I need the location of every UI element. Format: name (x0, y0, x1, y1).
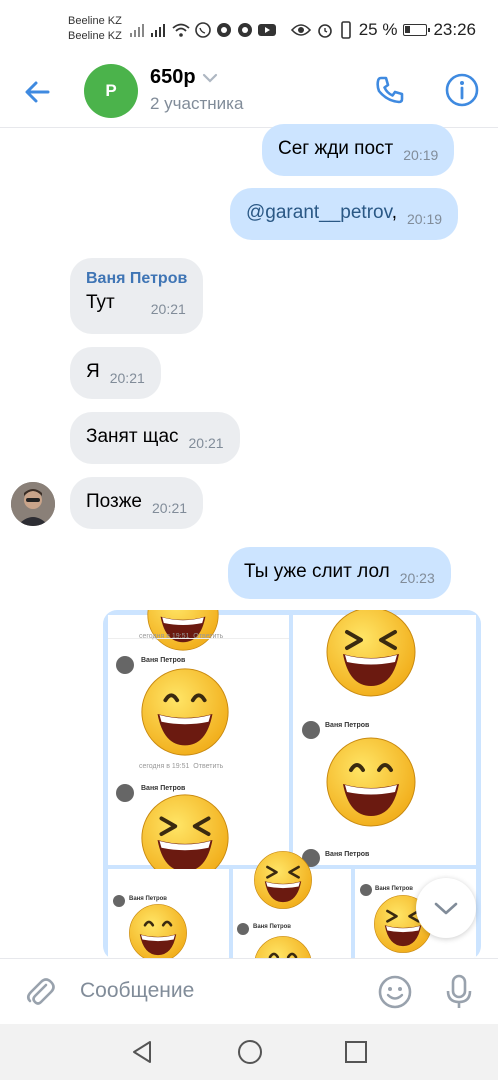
message-text: Занят щас (86, 426, 179, 447)
nav-recents-button[interactable] (342, 1038, 370, 1066)
chat-avatar[interactable]: P (84, 64, 138, 118)
wifi-icon (172, 23, 190, 37)
triangle-back-icon (133, 1041, 151, 1063)
status-icons (130, 18, 276, 42)
message-incoming[interactable]: Позже 20:21 (70, 477, 204, 529)
battery-icon (403, 24, 431, 36)
paperclip-icon (26, 978, 55, 1005)
message-incoming[interactable]: Ваня Петров Тут 20:21 (70, 258, 204, 334)
message-text: Тут (86, 292, 115, 313)
message-time: 20:19 (406, 211, 443, 227)
photo-poster: Ваня Петров (141, 657, 186, 664)
message-time: 20:21 (150, 301, 186, 317)
alarm-icon (317, 24, 332, 38)
call-button[interactable] (370, 70, 410, 110)
carrier-1: Beeline KZ (68, 15, 122, 27)
message-text: Позже (86, 491, 142, 512)
vibrate-icon (340, 21, 351, 39)
message-outgoing[interactable]: Сег жди пост 20:19 (262, 124, 455, 176)
message-incoming[interactable]: Занят щас 20:21 (70, 412, 240, 464)
mini-avatar (116, 656, 134, 674)
message-time: 20:23 (399, 570, 435, 586)
message-time: 20:21 (109, 370, 145, 386)
chat-subtitle: 2 участника (150, 94, 244, 113)
microphone-icon (446, 974, 472, 1008)
photo-poster: Ваня Петров (253, 924, 291, 930)
album-photo[interactable] (108, 610, 289, 884)
circle-home-icon (238, 1040, 262, 1064)
arrow-left-icon (25, 81, 50, 103)
chrome-icon (238, 23, 252, 37)
sender-name[interactable]: Ваня Петров (86, 268, 187, 290)
phone-icon (376, 76, 404, 104)
attach-button[interactable] (22, 973, 58, 1009)
voice-button[interactable] (440, 973, 478, 1011)
sticker-button[interactable] (376, 973, 414, 1011)
message-outgoing[interactable]: Ты уже слит лол 20:23 (228, 547, 451, 599)
message-text: Ты уже слит лол (244, 561, 390, 582)
youtube-icon (258, 24, 276, 36)
carrier-2: Beeline KZ (68, 30, 122, 42)
signal-icon (130, 24, 144, 37)
android-nav-bar (0, 1024, 498, 1080)
nav-back-button[interactable] (128, 1038, 156, 1066)
status-right: 25 % 23:26 (290, 20, 476, 40)
chevron-down-icon (434, 902, 458, 915)
chat-screen: Beeline KZ Beeline KZ 25 % 23:26 P 650р … (0, 0, 498, 1080)
message-input[interactable]: Сообщение (80, 979, 194, 1003)
signal-icon (151, 24, 165, 37)
status-bar: Beeline KZ Beeline KZ 25 % 23:26 (0, 0, 498, 56)
mention-link[interactable]: @garant__petrov (246, 202, 392, 223)
photo-meta: сегодня в 19:51 Ответить (139, 763, 224, 770)
album-photo[interactable] (108, 869, 229, 960)
message-time: 20:21 (152, 500, 188, 516)
message-text: Я (86, 361, 100, 382)
chevron-down-icon (202, 73, 217, 83)
square-recents-icon (345, 1041, 367, 1063)
album-photo[interactable] (293, 610, 476, 867)
chat-title-text: 650р (150, 66, 196, 88)
photo-poster: Ваня Петров (325, 722, 370, 729)
message-incoming[interactable]: Я 20:21 (70, 347, 161, 399)
chrome-icon (217, 23, 231, 37)
photo-meta: сегодня в 19:51 Ответить (139, 633, 224, 640)
carrier-names: Beeline KZ Beeline KZ (68, 14, 122, 44)
battery-percent: 25 % (358, 20, 398, 39)
message-time: 20:19 (403, 147, 439, 163)
message-text: Сег жди пост (278, 138, 394, 159)
chat-header: P 650р 2 участника (0, 56, 498, 128)
smile-icon (378, 975, 412, 1009)
back-button[interactable] (18, 72, 58, 112)
message-outgoing[interactable]: @garant__petrov, 20:19 (230, 188, 459, 240)
sender-avatar[interactable] (11, 482, 55, 526)
avatar-photo (11, 482, 55, 526)
photo-poster: Ваня Петров (141, 785, 186, 792)
album-photo[interactable] (233, 850, 351, 960)
message-composer: Сообщение (0, 958, 498, 1024)
whatsapp-icon (195, 22, 211, 38)
scroll-down-button[interactable] (416, 878, 476, 938)
info-icon (445, 73, 479, 107)
photo-poster: Ваня Петров (129, 896, 167, 902)
message-time: 20:21 (188, 435, 224, 451)
clock: 23:26 (433, 20, 476, 39)
info-button[interactable] (442, 70, 482, 110)
photo-poster: Ваня Петров (325, 851, 370, 858)
chat-title[interactable]: 650р (150, 66, 218, 89)
eye-icon (290, 24, 311, 36)
message-text-suffix: , (391, 202, 397, 223)
photo-poster: Ваня Петров (375, 886, 413, 892)
nav-home-button[interactable] (236, 1038, 264, 1066)
